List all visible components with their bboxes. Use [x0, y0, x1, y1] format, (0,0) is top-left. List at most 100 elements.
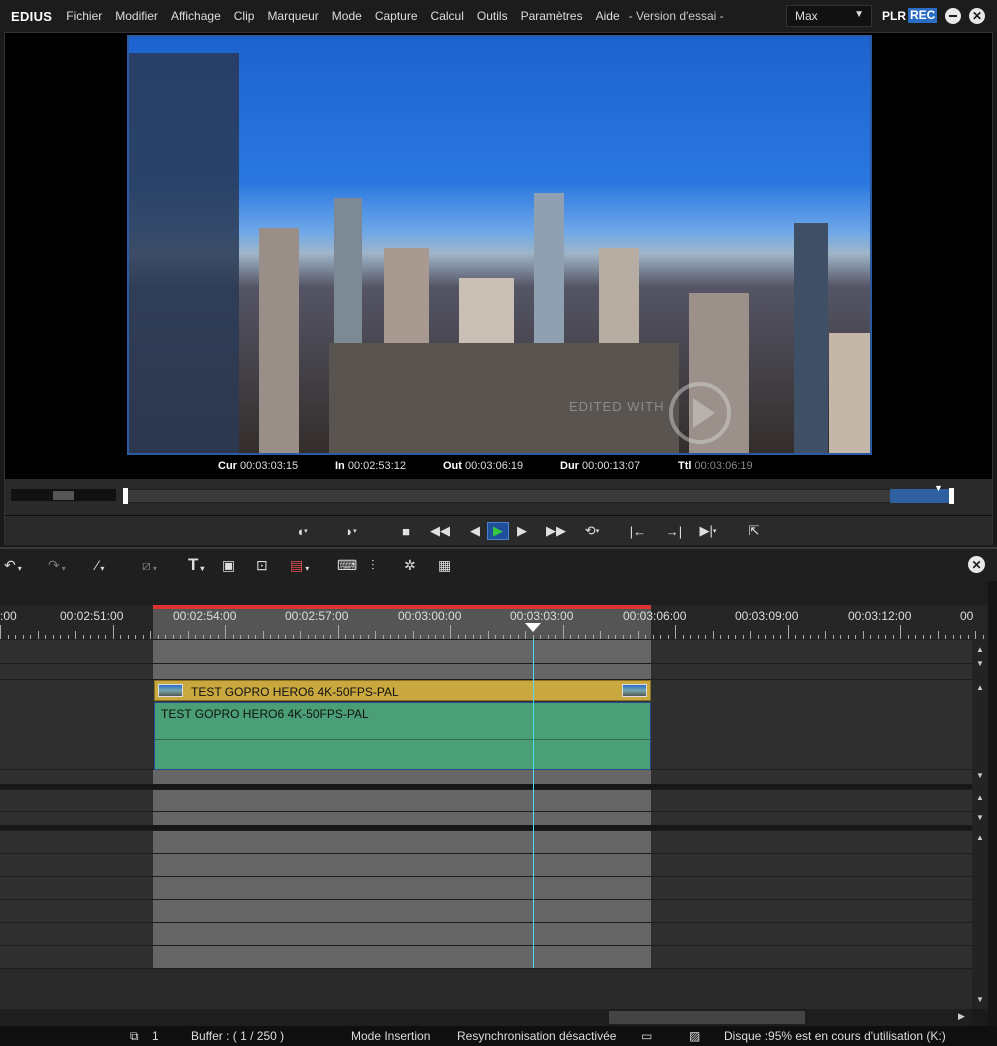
main-menu: Fichier Modifier Affichage Clip Marqueur… [60, 9, 626, 23]
track-range [153, 812, 651, 826]
ruler-tick [788, 625, 789, 639]
close-button[interactable]: ✕ [969, 8, 985, 24]
out-point-handle[interactable] [949, 488, 954, 504]
tracks-icon[interactable]: ▦ [438, 555, 451, 575]
mixer-icon[interactable]: ⫶ [371, 555, 375, 575]
timecode-bar: Cur 00:03:03:15 In 00:02:53:12 Out 00:03… [5, 460, 992, 476]
redo-icon[interactable]: ↷ ▾ [48, 555, 66, 575]
ruler-label: 00:03:00:00 [398, 609, 462, 623]
ruler-label: 00:03:06:00 [623, 609, 687, 623]
prev-edit-icon[interactable]: |← [627, 522, 649, 540]
set-in-icon[interactable]: ◖ ▾ [291, 522, 313, 540]
buffer-status: Buffer : ( 1 / 250 ) [191, 1029, 285, 1043]
video-clip[interactable]: TEST GOPRO HERO6 4K-50FPS-PAL [154, 680, 651, 701]
ruler-tick [413, 631, 414, 639]
menu-mode[interactable]: Mode [326, 9, 369, 23]
menu-calcul[interactable]: Calcul [425, 9, 471, 23]
status-bar: ⧉ 1 Buffer : ( 1 / 250 ) Mode Insertion … [0, 1026, 997, 1046]
horizontal-scrollbar[interactable]: ▶ [0, 1009, 972, 1026]
camera-icon[interactable]: ▣ [222, 555, 235, 575]
voiceover-icon[interactable]: ⊡ [256, 555, 268, 575]
minimize-button[interactable] [945, 8, 961, 24]
ruler-tick [450, 625, 451, 639]
menu-marqueur[interactable]: Marqueur [261, 9, 325, 23]
effects-icon[interactable]: ✲ [404, 555, 416, 575]
ruler-label: 00:03:09:00 [735, 609, 799, 623]
skyline-shape [794, 223, 828, 453]
audio-clip[interactable]: TEST GOPRO HERO6 4K-50FPS-PAL [154, 702, 651, 770]
menu-parametres[interactable]: Paramètres [515, 9, 590, 23]
step-back-icon[interactable]: ◀ [464, 522, 486, 540]
shuttle-handle[interactable] [53, 491, 74, 500]
menu-aide[interactable]: Aide [590, 9, 627, 23]
plr-label: PLR [882, 8, 906, 23]
layout-icon[interactable]: ▭ [641, 1029, 652, 1043]
scroll-up-icon[interactable]: ▲ [976, 793, 984, 802]
track-row-a[interactable] [0, 830, 972, 854]
title-icon[interactable]: T ▾ [188, 555, 204, 575]
track-row-t[interactable] [0, 789, 972, 812]
layout-preset-select[interactable]: Max ▼ [786, 5, 872, 27]
mark-in-tool-icon[interactable]: ⁄ ▾ [96, 555, 104, 575]
menu-outils[interactable]: Outils [471, 9, 515, 23]
scroll-up-icon[interactable]: ▲ [976, 683, 984, 692]
loop-icon[interactable]: ⟲ ▾ [581, 522, 603, 540]
timeline-toolbar: ↶ ▾ ↷ ▾ ⁄ ▾ ⧄ ▾ T ▾ ▣ ⊡ ▤ ▾ ⌨ ⫶ ✲ ▦ ✕ [0, 547, 997, 581]
keyboard-icon[interactable]: ⌨ [337, 555, 357, 575]
track-row[interactable] [0, 811, 972, 826]
ruler-tick [525, 631, 526, 639]
ruler-tick [600, 631, 601, 639]
scroll-down-icon[interactable]: ▼ [976, 995, 984, 1004]
vertical-scrollbar[interactable]: ▲ ▼ ▲ ▼ ▲ ▼ ▲ ▼ [972, 639, 988, 1009]
plr-rec-toggle[interactable]: PLR REC [882, 8, 938, 23]
undo-icon[interactable]: ↶ ▾ [4, 555, 22, 575]
track-row[interactable] [0, 663, 972, 680]
position-bar[interactable] [123, 489, 953, 503]
menu-clip[interactable]: Clip [228, 9, 262, 23]
track-row-a[interactable] [0, 922, 972, 946]
edit-mode-status[interactable]: Mode Insertion [351, 1029, 430, 1043]
timeline-cursor [533, 639, 534, 968]
position-cursor-icon[interactable]: ▼ [934, 483, 943, 493]
track-row-a[interactable] [0, 945, 972, 969]
video-preview[interactable]: EDITED WITH [127, 35, 872, 455]
scroll-right-icon[interactable]: ▶ [958, 1011, 965, 1022]
next-edit-icon[interactable]: →| [663, 522, 685, 540]
scroll-up-icon[interactable]: ▲ [976, 645, 984, 654]
overwrite-icon[interactable]: ⇱ [743, 522, 765, 540]
insert-to-timeline-icon[interactable]: ▶| ▾ [697, 522, 719, 540]
timeline-close-button[interactable]: ✕ [968, 556, 985, 573]
track-row[interactable] [0, 639, 972, 664]
track-row[interactable] [0, 769, 972, 785]
ruler-label: 00:03:03:00 [510, 609, 574, 623]
timeline-ruler[interactable]: :00 00:02:51:00 00:02:54:00 00:02:57:00 … [0, 581, 988, 639]
stop-icon[interactable]: ■ [395, 522, 417, 540]
crop-icon[interactable]: ⧄ ▾ [142, 555, 157, 575]
scroll-down-icon[interactable]: ▼ [976, 771, 984, 780]
resync-status[interactable]: Resynchronisation désactivée [457, 1029, 616, 1043]
set-out-icon[interactable]: ◗ ▾ [340, 522, 362, 540]
in-point-handle[interactable] [123, 488, 128, 504]
ruler-tick [713, 631, 714, 639]
menu-fichier[interactable]: Fichier [60, 9, 109, 23]
track-row-a[interactable] [0, 899, 972, 923]
scroll-down-icon[interactable]: ▼ [976, 813, 984, 822]
play-button[interactable]: ▶ [487, 522, 509, 540]
menu-capture[interactable]: Capture [369, 9, 425, 23]
scroll-down-icon[interactable]: ▼ [976, 659, 984, 668]
fast-forward-icon[interactable]: ▶▶ [545, 522, 567, 540]
horizontal-scroll-thumb[interactable] [609, 1011, 805, 1024]
track-row-a[interactable] [0, 853, 972, 877]
track-row-a[interactable] [0, 876, 972, 900]
export-icon[interactable]: ▤ ▾ [290, 555, 309, 575]
trial-label: - Version d'essai - [628, 9, 724, 23]
scroll-up-icon[interactable]: ▲ [976, 833, 984, 842]
menu-modifier[interactable]: Modifier [109, 9, 165, 23]
ruler-tick [0, 625, 1, 639]
playhead-handle[interactable] [525, 623, 541, 632]
rewind-icon[interactable]: ◀◀ [429, 522, 451, 540]
ruler-header [0, 581, 988, 605]
menu-affichage[interactable]: Affichage [165, 9, 228, 23]
disk-icon: ▨ [689, 1029, 701, 1043]
step-forward-icon[interactable]: ▶ [511, 522, 533, 540]
